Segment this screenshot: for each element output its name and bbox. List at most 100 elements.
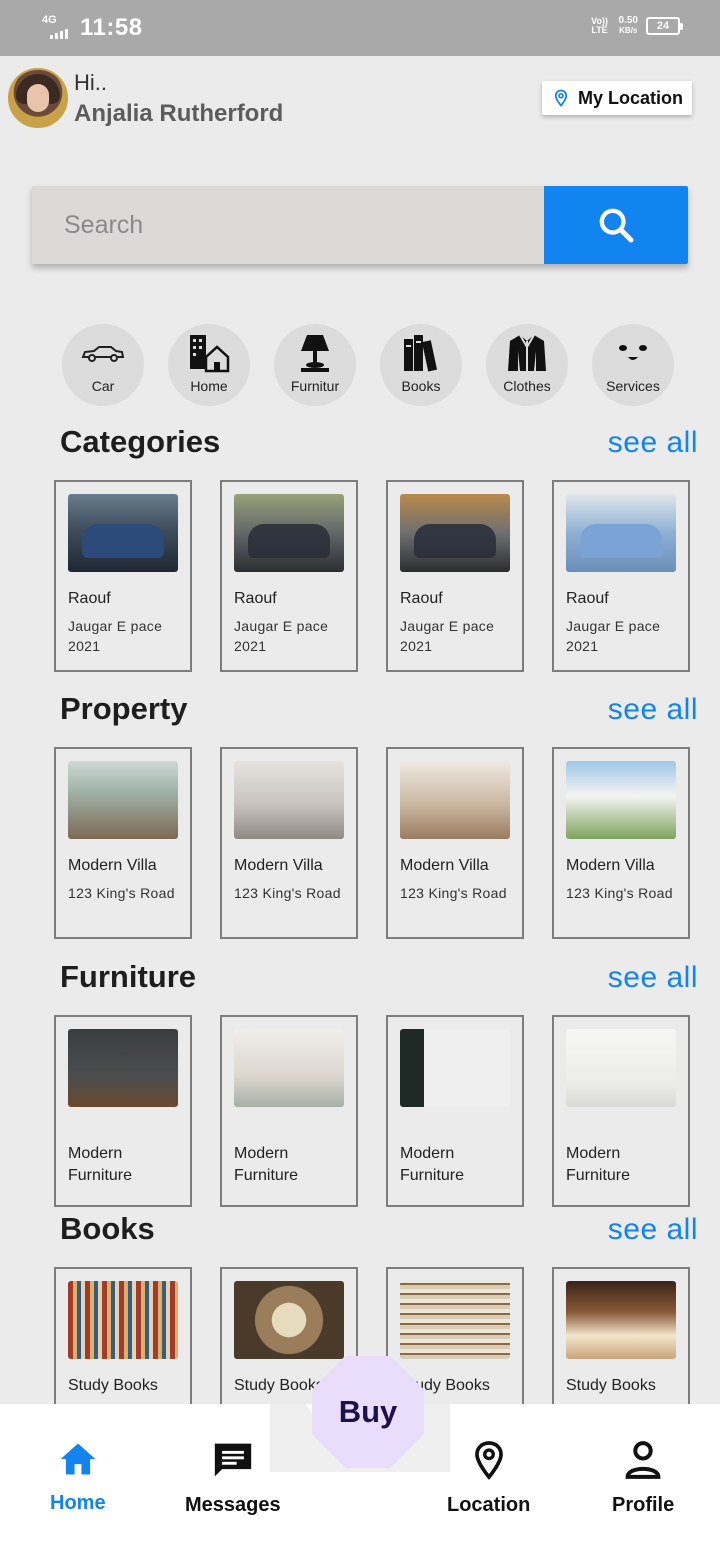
card-title: Modern Furniture	[566, 1145, 631, 1184]
card-subtitle: Jaugar E pace 2021	[234, 618, 329, 654]
category-label: Services	[606, 378, 660, 394]
category-car[interactable]: Car	[62, 324, 144, 406]
category-label: Furnitur	[290, 378, 340, 394]
category-label: Clothes	[503, 378, 551, 394]
furniture-cards: Modern Furniture Modern Furniture Modern…	[54, 1015, 690, 1207]
product-card[interactable]: Raouf Jaugar E pace 2021	[220, 480, 358, 672]
see-all-property-link[interactable]: see all	[608, 693, 698, 727]
category-label: Home	[190, 378, 228, 394]
card-subtitle: 123 King's Road	[234, 885, 341, 901]
category-services[interactable]: Services	[592, 324, 674, 406]
card-title: Raouf	[234, 590, 277, 607]
avatar[interactable]	[8, 68, 68, 128]
property-image	[68, 761, 178, 839]
nav-label: Location	[447, 1494, 531, 1516]
search-bar	[32, 186, 688, 264]
product-image	[400, 494, 510, 572]
network-type: 4G	[42, 14, 57, 26]
message-icon	[214, 1443, 251, 1477]
furniture-card[interactable]: Modern Furniture	[552, 1015, 690, 1207]
category-furniture[interactable]: Furnitur	[274, 324, 356, 406]
nav-label: Messages	[185, 1494, 281, 1516]
card-title: Modern Villa	[68, 857, 157, 874]
property-card[interactable]: Modern Villa 123 King's Road	[386, 747, 524, 939]
card-title: Modern Furniture	[400, 1145, 465, 1184]
card-title: Modern Villa	[400, 857, 489, 874]
section-title-books: Books	[60, 1211, 155, 1246]
category-home[interactable]: Home	[168, 324, 250, 406]
section-title-furniture: Furniture	[60, 959, 197, 994]
card-title: Raouf	[68, 590, 111, 607]
network-icon: 4G	[42, 15, 70, 41]
furniture-card[interactable]: Modern Furniture	[54, 1015, 192, 1207]
nav-profile[interactable]: Profile	[612, 1440, 674, 1517]
card-title: Study Books	[566, 1377, 656, 1394]
card-title: Raouf	[400, 590, 443, 607]
section-title-property: Property	[60, 691, 188, 726]
furniture-image	[68, 1029, 178, 1107]
car-icon	[81, 346, 125, 362]
product-image	[234, 494, 344, 572]
card-subtitle: Jaugar E pace 2021	[566, 618, 661, 654]
category-clothes[interactable]: Clothes	[486, 324, 568, 406]
furniture-image	[234, 1029, 344, 1107]
see-all-furniture-link[interactable]: see all	[608, 961, 698, 995]
furniture-card[interactable]: Modern Furniture	[386, 1015, 524, 1207]
property-image	[566, 761, 676, 839]
furniture-card[interactable]: Modern Furniture	[220, 1015, 358, 1207]
lamp-icon	[301, 335, 329, 372]
greeting: Hi..	[74, 70, 107, 95]
status-bar: 4G 11:58 Vo)) LTE 0.50 KB/s 24	[0, 0, 720, 56]
card-title: Modern Villa	[566, 857, 655, 874]
card-subtitle: Jaugar E pace 2021	[400, 618, 495, 654]
book-image	[68, 1281, 178, 1359]
clock: 11:58	[80, 14, 143, 41]
card-subtitle: Jaugar E pace 2021	[68, 618, 163, 654]
search-icon	[599, 208, 634, 243]
book-image	[234, 1281, 344, 1359]
volte-indicator: Vo)) LTE	[591, 16, 608, 35]
face-icon	[619, 345, 647, 360]
product-image	[566, 494, 676, 572]
section-title-categories: Categories	[60, 424, 221, 459]
card-subtitle: 123 King's Road	[566, 885, 673, 901]
user-name: Anjalia Rutherford	[74, 100, 284, 127]
home-icon	[60, 1443, 96, 1475]
speed-unit: KB/s	[619, 26, 638, 35]
property-image	[400, 761, 510, 839]
product-card[interactable]: Raouf Jaugar E pace 2021	[386, 480, 524, 672]
card-title: Modern Furniture	[234, 1145, 299, 1184]
search-button[interactable]	[544, 186, 688, 264]
card-title: Raouf	[566, 590, 609, 607]
category-label: Books	[401, 378, 441, 394]
card-title: Modern Furniture	[68, 1145, 133, 1184]
product-card[interactable]: Raouf Jaugar E pace 2021	[552, 480, 690, 672]
property-card[interactable]: Modern Villa 123 King's Road	[54, 747, 192, 939]
nav-home[interactable]: Home	[50, 1440, 106, 1515]
furniture-image	[566, 1029, 676, 1107]
book-image	[400, 1281, 510, 1359]
category-shortcuts: Car Home Furnitur Books Clothes Services	[62, 324, 674, 406]
see-all-categories-link[interactable]: see all	[608, 426, 698, 460]
card-subtitle: 123 King's Road	[400, 885, 507, 901]
category-label: Car	[91, 378, 115, 394]
categories-cards: Raouf Jaugar E pace 2021 Raouf Jaugar E pa…	[54, 480, 690, 672]
location-pin-icon	[474, 1441, 503, 1480]
furniture-image	[400, 1029, 510, 1107]
buy-button[interactable]: Buy	[312, 1356, 424, 1468]
category-books[interactable]: Books	[380, 324, 462, 406]
buy-label: Buy	[338, 1394, 398, 1429]
my-location-button[interactable]: My Location	[542, 81, 692, 115]
nav-location[interactable]: Location	[447, 1440, 530, 1517]
book-image	[566, 1281, 676, 1359]
property-card[interactable]: Modern Villa 123 King's Road	[220, 747, 358, 939]
person-icon	[625, 1441, 661, 1479]
card-title: Study Books	[68, 1377, 158, 1394]
property-card[interactable]: Modern Villa 123 King's Road	[552, 747, 690, 939]
speed-value: 0.50	[618, 15, 638, 26]
nav-messages[interactable]: Messages	[185, 1440, 281, 1517]
see-all-books-link[interactable]: see all	[608, 1213, 698, 1247]
battery-icon: 24	[646, 17, 683, 35]
product-card[interactable]: Raouf Jaugar E pace 2021	[54, 480, 192, 672]
search-input[interactable]	[32, 186, 544, 264]
